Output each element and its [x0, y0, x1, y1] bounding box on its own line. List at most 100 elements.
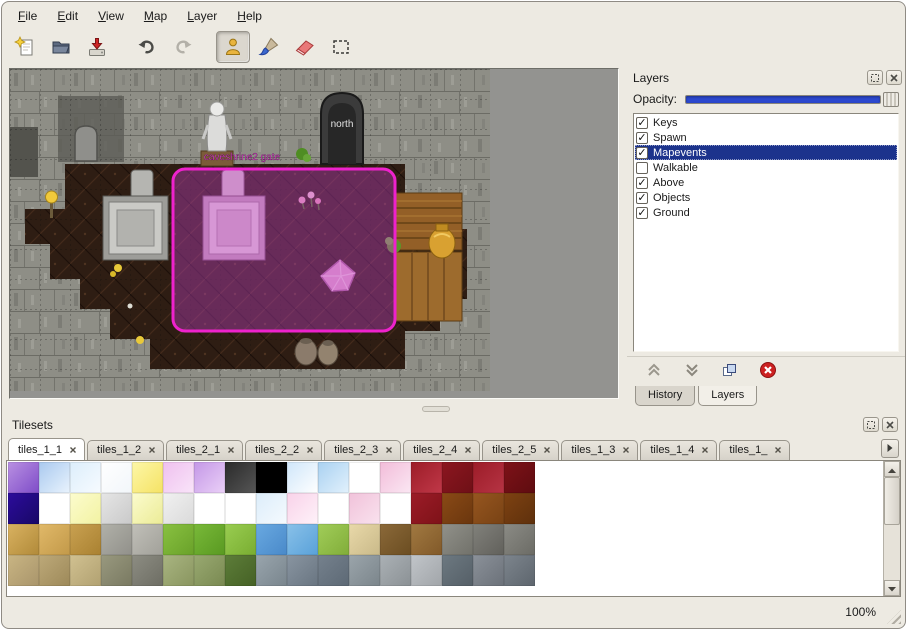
tileset-tab-tiles_2_5[interactable]: tiles_2_5 — [482, 440, 559, 460]
tileset-tab-tiles_2_2[interactable]: tiles_2_2 — [245, 440, 322, 460]
scrollbar-thumb[interactable] — [884, 477, 900, 525]
tile[interactable] — [194, 493, 225, 524]
layer-visibility-checkbox[interactable]: ✓ — [636, 177, 648, 189]
tile[interactable] — [225, 462, 256, 493]
eraser-button[interactable] — [288, 31, 322, 63]
tile[interactable] — [101, 555, 132, 586]
tab-close-icon[interactable] — [464, 446, 472, 454]
tileset-tab-tiles_2_3[interactable]: tiles_2_3 — [324, 440, 401, 460]
layer-visibility-checkbox[interactable]: ✓ — [636, 132, 648, 144]
tile[interactable] — [225, 555, 256, 586]
tile[interactable] — [70, 462, 101, 493]
tile[interactable] — [318, 493, 349, 524]
layer-row-objects[interactable]: ✓Objects — [635, 190, 897, 205]
entity-stamp-button[interactable] — [216, 31, 250, 63]
new-file-button[interactable] — [8, 31, 42, 63]
redo-button[interactable] — [166, 31, 200, 63]
scrollbar-track[interactable] — [884, 525, 900, 580]
tile[interactable] — [473, 524, 504, 555]
rect-select-button[interactable] — [324, 31, 358, 63]
opacity-slider-track[interactable] — [685, 95, 881, 104]
tab-close-icon[interactable] — [306, 446, 314, 454]
tile[interactable] — [8, 555, 39, 586]
tile[interactable] — [132, 555, 163, 586]
tile[interactable] — [380, 524, 411, 555]
tileset-tab-tiles_2_1[interactable]: tiles_2_1 — [166, 440, 243, 460]
menu-help[interactable]: Help — [229, 6, 270, 26]
scroll-up-button[interactable] — [884, 461, 900, 477]
paint-brush-button[interactable] — [252, 31, 286, 63]
menu-edit[interactable]: Edit — [49, 6, 86, 26]
tile[interactable] — [132, 524, 163, 555]
tile[interactable] — [442, 462, 473, 493]
tile[interactable] — [411, 524, 442, 555]
tile[interactable] — [256, 493, 287, 524]
tile[interactable] — [318, 555, 349, 586]
tile[interactable] — [39, 462, 70, 493]
layer-visibility-checkbox[interactable]: ✓ — [636, 117, 648, 129]
tile[interactable] — [39, 493, 70, 524]
tile[interactable] — [194, 555, 225, 586]
scroll-down-button[interactable] — [884, 580, 900, 596]
layer-row-mapevents[interactable]: ✓Mapevents — [635, 145, 897, 160]
layer-row-walkable[interactable]: Walkable — [635, 160, 897, 175]
tile[interactable] — [70, 555, 101, 586]
tab-close-icon[interactable] — [543, 446, 551, 454]
tile[interactable] — [256, 555, 287, 586]
tile[interactable] — [504, 555, 535, 586]
tile[interactable] — [39, 555, 70, 586]
tile[interactable] — [70, 493, 101, 524]
tile[interactable] — [256, 462, 287, 493]
tab-close-icon[interactable] — [622, 446, 630, 454]
close-panel-button[interactable] — [886, 70, 902, 85]
tile[interactable] — [349, 462, 380, 493]
tile[interactable] — [287, 493, 318, 524]
tile[interactable] — [473, 493, 504, 524]
tile[interactable] — [442, 493, 473, 524]
tileset-tab-tiles_1_[interactable]: tiles_1_ — [719, 440, 790, 460]
tile[interactable] — [163, 493, 194, 524]
tile[interactable] — [163, 555, 194, 586]
tile[interactable] — [39, 524, 70, 555]
tile[interactable] — [194, 524, 225, 555]
opacity-slider-handle[interactable] — [883, 92, 899, 107]
tile[interactable] — [504, 462, 535, 493]
tile[interactable] — [225, 493, 256, 524]
menu-file[interactable]: File — [10, 6, 45, 26]
dock-tab-layers[interactable]: Layers — [698, 386, 757, 406]
open-folder-button[interactable] — [44, 31, 78, 63]
layer-visibility-checkbox[interactable]: ✓ — [636, 147, 648, 159]
tile[interactable] — [411, 493, 442, 524]
tab-close-icon[interactable] — [227, 446, 235, 454]
save-button[interactable] — [80, 31, 114, 63]
lower-layer-button[interactable] — [681, 360, 703, 383]
tile[interactable] — [8, 493, 39, 524]
tile[interactable] — [473, 462, 504, 493]
tile[interactable] — [101, 462, 132, 493]
opacity-slider[interactable] — [685, 92, 899, 107]
tileset-tab-tiles_1_4[interactable]: tiles_1_4 — [640, 440, 717, 460]
tile[interactable] — [442, 524, 473, 555]
tile[interactable] — [101, 493, 132, 524]
tile[interactable] — [504, 524, 535, 555]
tile[interactable] — [225, 524, 256, 555]
tileset-tab-tiles_1_3[interactable]: tiles_1_3 — [561, 440, 638, 460]
tile[interactable] — [349, 493, 380, 524]
layer-row-keys[interactable]: ✓Keys — [635, 115, 897, 130]
raise-layer-button[interactable] — [643, 360, 665, 383]
tile[interactable] — [380, 493, 411, 524]
tile[interactable] — [194, 462, 225, 493]
menu-view[interactable]: View — [90, 6, 132, 26]
undo-button[interactable] — [130, 31, 164, 63]
tile[interactable] — [163, 462, 194, 493]
tile[interactable] — [8, 524, 39, 555]
layer-row-spawn[interactable]: ✓Spawn — [635, 130, 897, 145]
tile[interactable] — [287, 524, 318, 555]
float-panel-button[interactable] — [863, 417, 879, 432]
tileset-tab-tiles_1_1[interactable]: tiles_1_1 — [8, 438, 85, 460]
tile[interactable] — [380, 462, 411, 493]
layer-visibility-checkbox[interactable]: ✓ — [636, 192, 648, 204]
tile[interactable] — [256, 524, 287, 555]
tile[interactable] — [101, 524, 132, 555]
tile[interactable] — [163, 524, 194, 555]
